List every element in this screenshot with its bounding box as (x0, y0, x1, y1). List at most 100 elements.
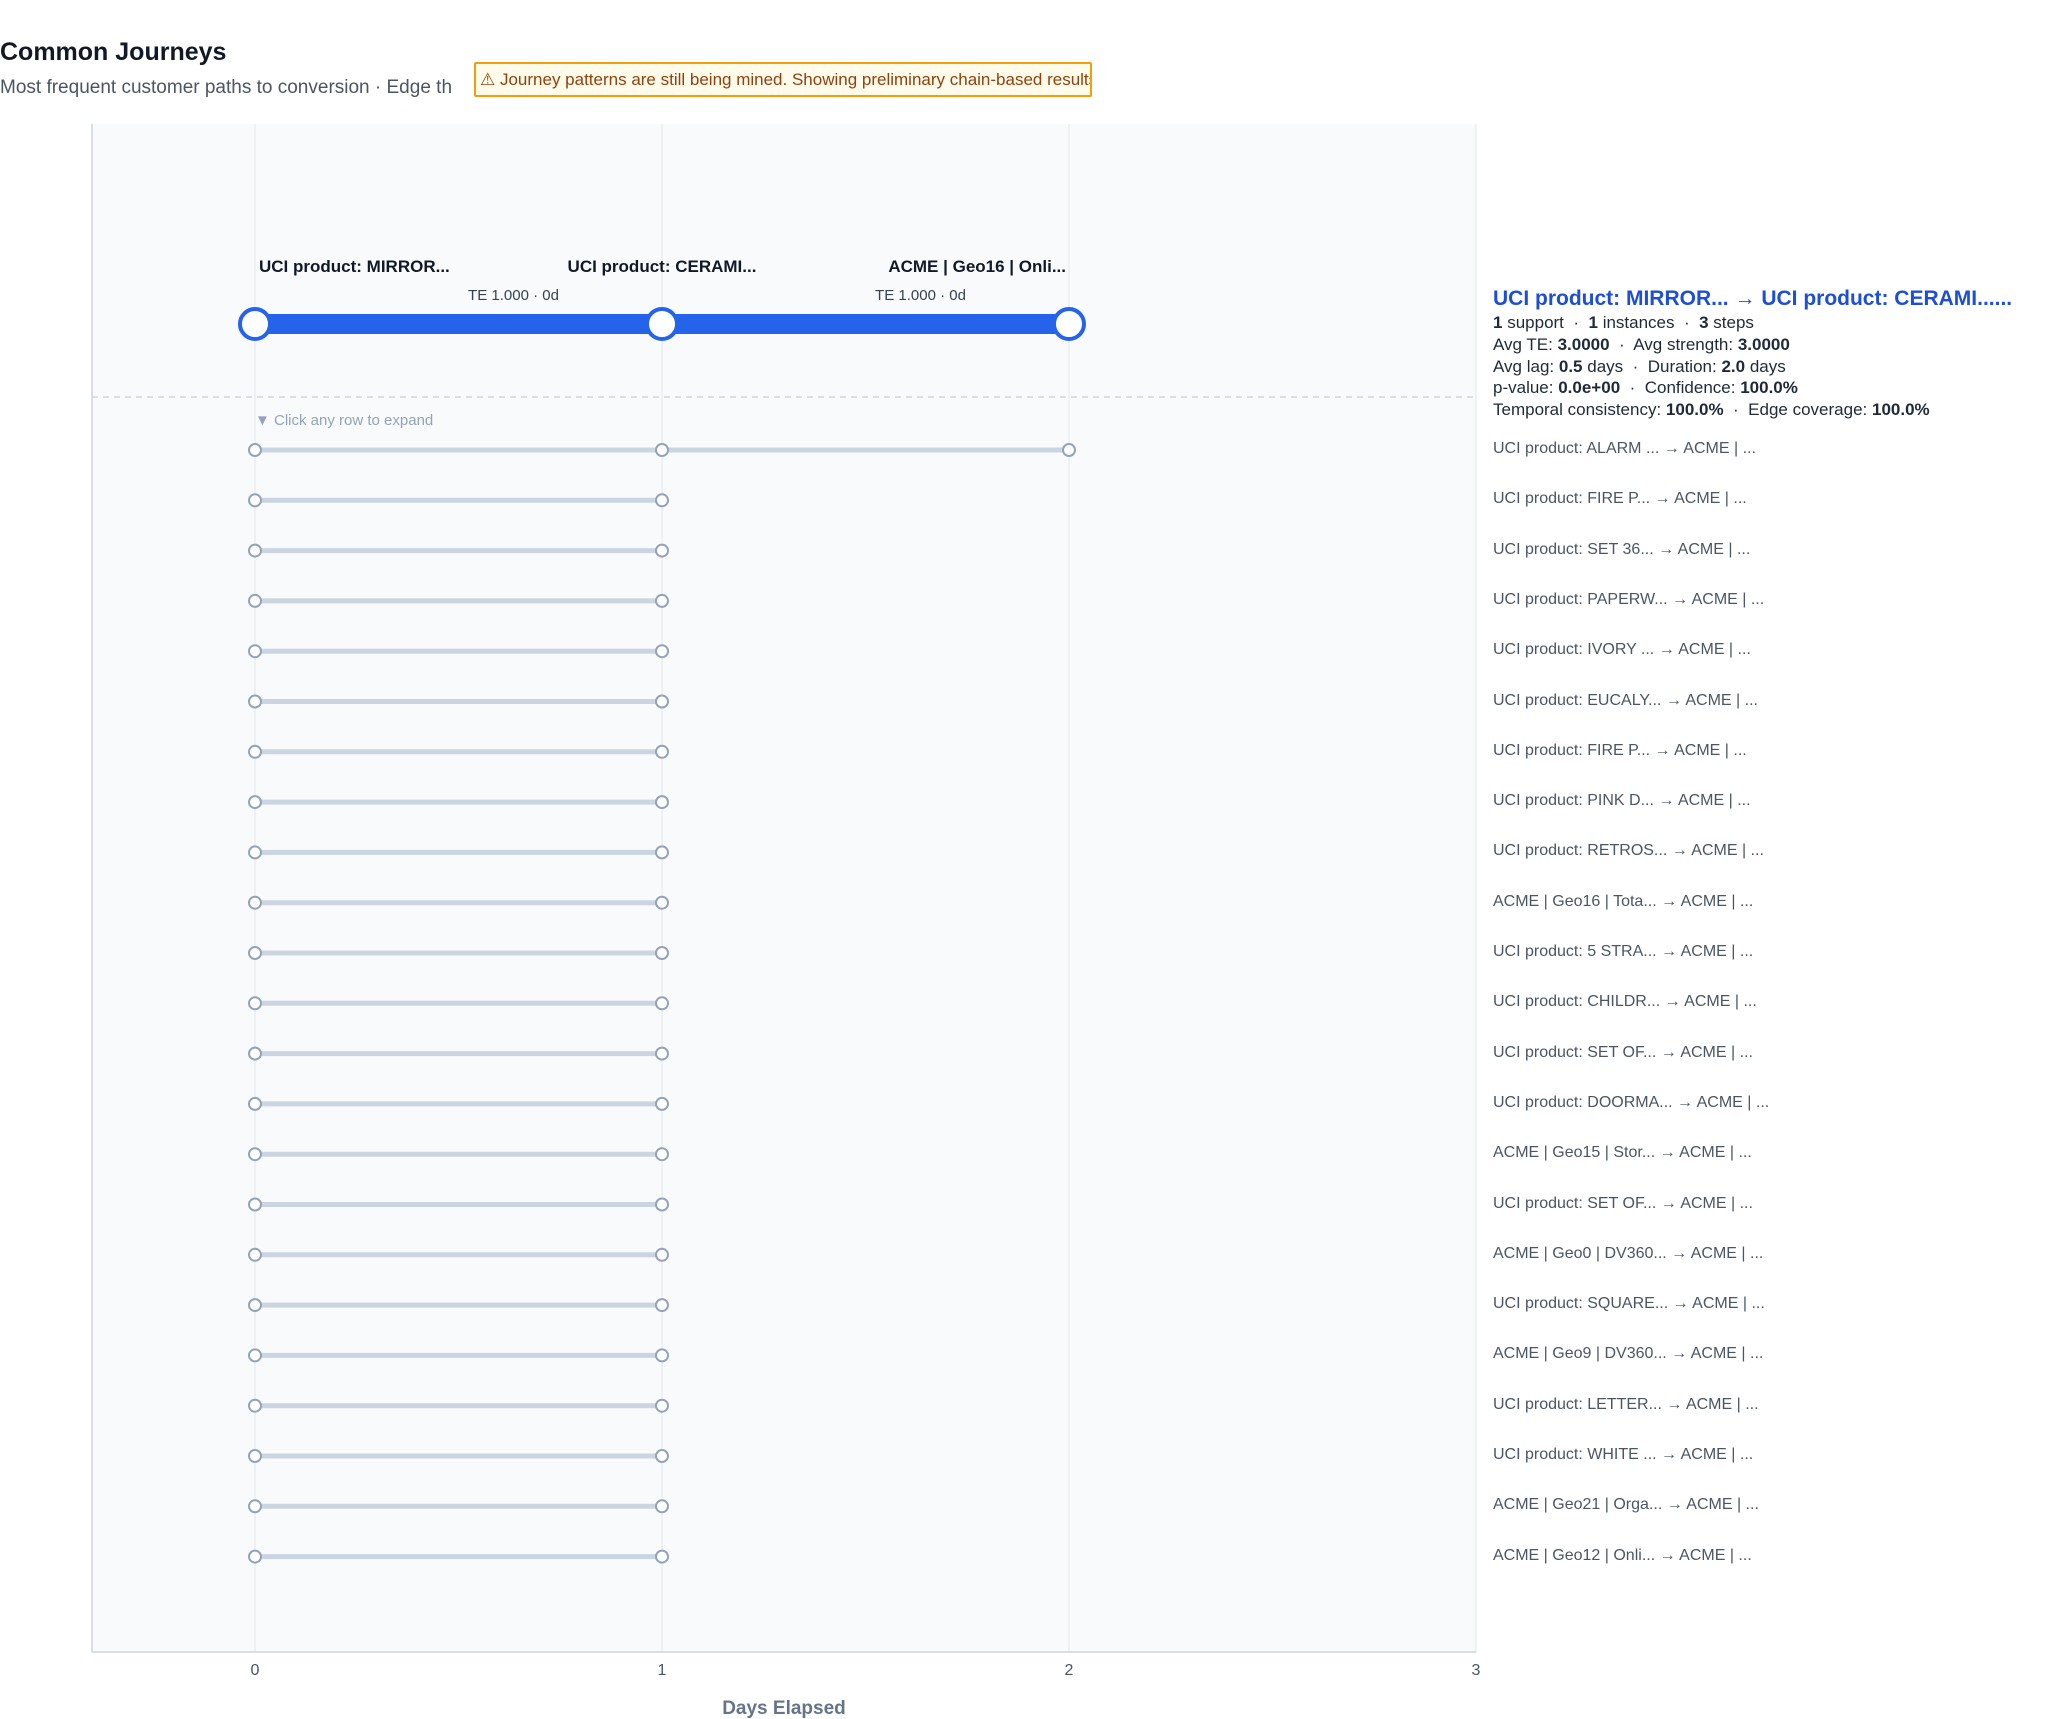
x-tick-label: 1 (658, 1662, 667, 1679)
journey-row-label[interactable]: UCI product: SET 36... → ACME | ... (1493, 541, 1750, 559)
journey-row-label[interactable]: UCI product: PAPERW... → ACME | ... (1493, 591, 1764, 609)
expand-hint: ▼ Click any row to expand (255, 412, 433, 429)
journey-step-marker[interactable] (248, 1197, 262, 1212)
x-axis-title: Days Elapsed (722, 1698, 846, 1719)
temporal-value: 100.0% (1665, 400, 1724, 420)
journey-step-marker[interactable] (655, 493, 669, 508)
journey-step-marker[interactable] (655, 1147, 669, 1162)
journey-step-marker[interactable] (248, 1449, 262, 1463)
detail-te: Avg TE: 3.0000 · Avg strength: 3.0000 (1493, 334, 2012, 356)
warning-text: ⚠ Journey patterns are still being mined… (480, 70, 1092, 89)
separator: · (1573, 313, 1580, 332)
journey-step-marker[interactable] (248, 1348, 262, 1363)
journey-row-label[interactable]: UCI product: WHITE ... → ACME | ... (1493, 1446, 1753, 1464)
journey-row-label[interactable]: UCI product: ALARM ... → ACME | ... (1493, 440, 1756, 458)
journey-row-label[interactable]: ACME | Geo0 | DV360... → ACME | ... (1493, 1245, 1763, 1263)
steps-label: steps (1713, 313, 1754, 332)
journey-row-label[interactable]: UCI product: RETROS... → ACME | ... (1493, 842, 1764, 860)
journey-row-label[interactable]: UCI product: PINK D... → ACME | ... (1493, 792, 1751, 810)
journey-row-label[interactable]: UCI product: SET OF... → ACME | ... (1493, 1044, 1753, 1062)
journey-row-label[interactable]: UCI product: DOORMA... → ACME | ... (1493, 1094, 1769, 1112)
highlight-step-node[interactable] (1052, 307, 1086, 341)
confidence-value: 100.0% (1740, 378, 1798, 398)
journey-step-marker[interactable] (248, 744, 262, 759)
journey-step-marker[interactable] (655, 694, 669, 709)
journey-step-marker[interactable] (248, 1046, 262, 1061)
journey-row-label[interactable]: ACME | Geo15 | Stor... → ACME | ... (1493, 1144, 1752, 1162)
support-value: 1 (1493, 313, 1503, 332)
journey-step-marker[interactable] (655, 1046, 669, 1061)
highlight-step-node[interactable] (645, 307, 679, 341)
journey-step-marker[interactable] (248, 1247, 262, 1262)
journey-step-marker[interactable] (655, 593, 669, 608)
duration-unit: days (1749, 356, 1786, 376)
pvalue-label: p-value: (1493, 378, 1554, 398)
journey-row-label[interactable]: ACME | Geo9 | DV360... → ACME | ... (1493, 1345, 1763, 1363)
journey-step-marker[interactable] (655, 895, 669, 910)
journey-row-label[interactable]: UCI product: FIRE P... → ACME | ... (1493, 742, 1747, 760)
journey-step-marker[interactable] (655, 1096, 669, 1111)
avg-te-value: 3.0000 (1557, 334, 1610, 354)
plot-background (92, 124, 1476, 1652)
journey-row-label[interactable]: UCI product: EUCALY... → ACME | ... (1493, 692, 1758, 710)
journey-row-label[interactable]: UCI product: SQUARE... → ACME | ... (1493, 1295, 1765, 1313)
journey-row-label[interactable]: ACME | Geo16 | Tota... → ACME | ... (1493, 893, 1753, 911)
journey-step-marker[interactable] (248, 593, 262, 608)
avg-lag-label: Avg lag: (1493, 356, 1555, 376)
journey-step-marker[interactable] (1062, 443, 1076, 457)
journey-step-marker[interactable] (248, 1499, 262, 1514)
journey-step-marker[interactable] (248, 1549, 262, 1564)
journey-step-marker[interactable] (655, 1348, 669, 1363)
journey-step-marker[interactable] (655, 543, 669, 558)
journey-row-label[interactable]: UCI product: FIRE P... → ACME | ... (1493, 490, 1747, 508)
journey-step-marker[interactable] (248, 1398, 262, 1413)
journey-step-marker[interactable] (248, 644, 262, 659)
journey-row-label[interactable]: UCI product: LETTER... → ACME | ... (1493, 1396, 1759, 1414)
journey-row-label[interactable]: UCI product: IVORY ... → ACME | ... (1493, 641, 1751, 659)
journey-step-marker[interactable] (248, 1096, 262, 1111)
edge-label: TE 1.000 · 0d (468, 287, 559, 304)
journey-row-label[interactable]: ACME | Geo12 | Onli... → ACME | ... (1493, 1547, 1752, 1565)
journey-row-label[interactable]: ACME | Geo21 | Orga... → ACME | ... (1493, 1496, 1759, 1514)
journey-step-marker[interactable] (248, 895, 262, 910)
step-label: UCI product: MIRROR... (259, 257, 450, 276)
journey-step-marker[interactable] (655, 1197, 669, 1212)
separator: · (1632, 356, 1639, 376)
edge-coverage-value: 100.0% (1872, 400, 1930, 420)
journey-row-label[interactable]: UCI product: SET OF... → ACME | ... (1493, 1195, 1753, 1213)
journey-row-label[interactable]: UCI product: 5 STRA... → ACME | ... (1493, 943, 1753, 961)
pvalue-value: 0.0e+00 (1558, 378, 1621, 398)
journey-step-marker[interactable] (248, 946, 262, 960)
journey-step-marker[interactable] (655, 845, 669, 860)
journey-step-marker[interactable] (248, 443, 262, 457)
journey-step-marker[interactable] (248, 845, 262, 860)
journey-step-marker[interactable] (248, 1298, 262, 1313)
journey-step-marker[interactable] (655, 1549, 669, 1564)
journey-step-marker[interactable] (655, 946, 669, 960)
journey-step-marker[interactable] (655, 996, 669, 1011)
journey-step-marker[interactable] (655, 443, 669, 457)
journey-step-marker[interactable] (655, 1298, 669, 1313)
avg-lag-value: 0.5 (1558, 356, 1583, 376)
journey-step-marker[interactable] (248, 493, 262, 508)
journey-step-marker[interactable] (248, 795, 262, 810)
x-tick-label: 3 (1472, 1662, 1481, 1679)
journey-step-marker[interactable] (248, 1147, 262, 1162)
journey-step-marker[interactable] (655, 1398, 669, 1413)
journey-step-marker[interactable] (655, 744, 669, 759)
journey-row-label[interactable]: UCI product: CHILDR... → ACME | ... (1493, 993, 1757, 1011)
avg-strength-value: 3.0000 (1737, 334, 1790, 354)
journey-step-marker[interactable] (248, 543, 262, 558)
duration-value: 2.0 (1721, 356, 1746, 376)
journey-step-marker[interactable] (655, 1449, 669, 1463)
journey-step-marker[interactable] (655, 644, 669, 659)
highlight-step-node[interactable] (238, 307, 272, 341)
journey-step-marker[interactable] (248, 694, 262, 709)
detail-significance: p-value: 0.0e+00 · Confidence: 100.0% (1493, 377, 2012, 399)
journey-step-marker[interactable] (655, 795, 669, 810)
journey-step-marker[interactable] (248, 996, 262, 1011)
journey-step-marker[interactable] (655, 1499, 669, 1514)
journey-step-marker[interactable] (655, 1247, 669, 1262)
detail-title[interactable]: UCI product: MIRROR... → UCI product: CE… (1493, 286, 2012, 312)
detail-counts: 1 support · 1 instances · 3 steps (1493, 312, 2012, 334)
